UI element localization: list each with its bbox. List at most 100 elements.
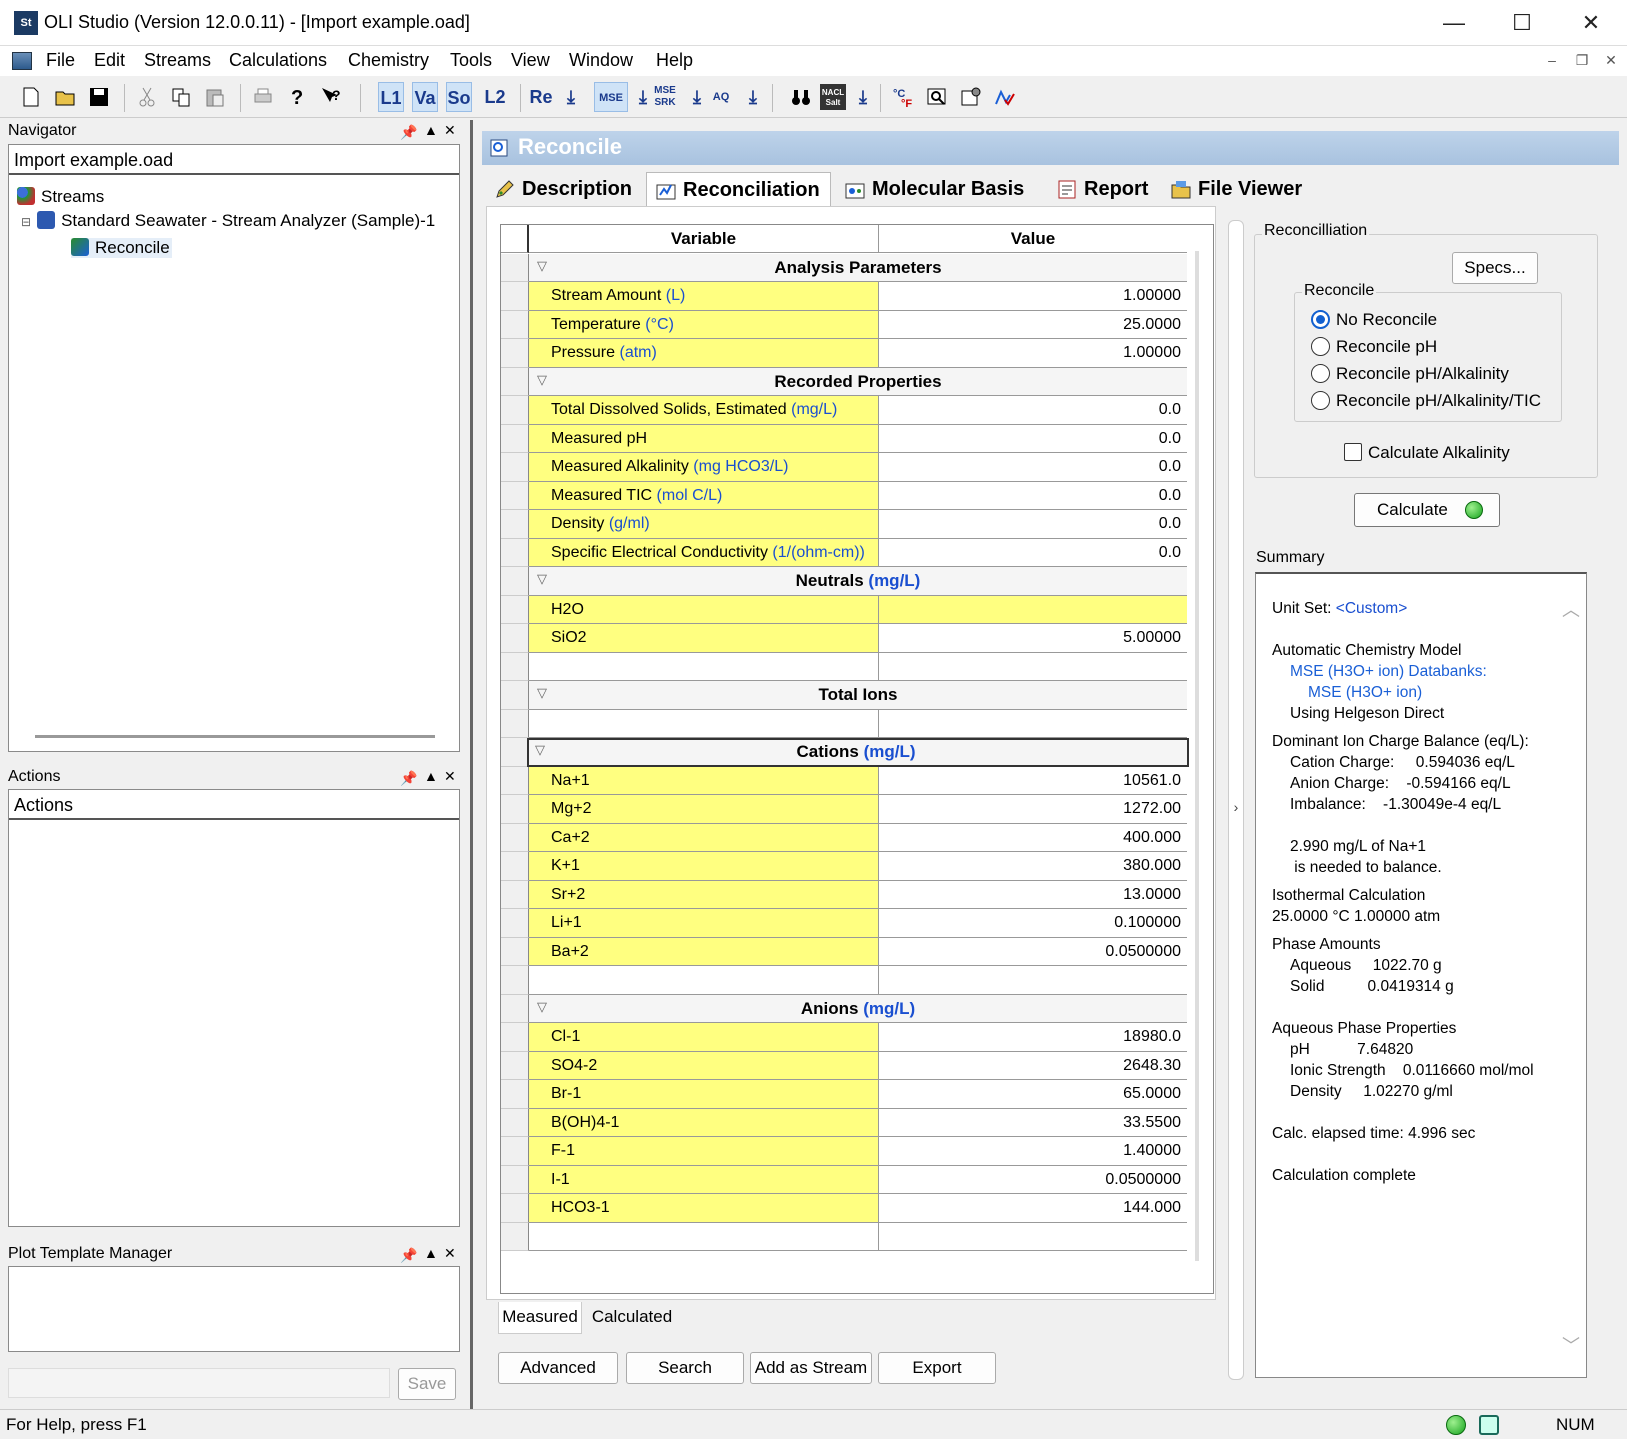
- chart-search-icon[interactable]: [926, 86, 948, 108]
- grid-row-tic[interactable]: Measured TIC (mol C/L) 0.0: [529, 481, 1187, 510]
- value-cell[interactable]: 65.0000: [879, 1080, 1187, 1108]
- copy-icon[interactable]: [170, 86, 192, 108]
- grid-row-mg[interactable]: Mg+2 1272.00: [529, 795, 1187, 824]
- databank-link[interactable]: MSE (H3O+ ion) Databanks:: [1290, 663, 1487, 681]
- grid-row-na[interactable]: Na+1 10561.0: [529, 766, 1187, 795]
- tree-stream-seawater[interactable]: ⊟ Standard Seawater - Stream Analyzer (Sa…: [21, 211, 435, 231]
- section-anions[interactable]: ▽ Anions (mg/L): [529, 994, 1187, 1023]
- value-cell[interactable]: [879, 595, 1187, 623]
- value-cell[interactable]: 0.0: [879, 396, 1187, 424]
- value-cell[interactable]: 400.000: [879, 824, 1187, 852]
- grid-row-i[interactable]: I-1 0.0500000: [529, 1165, 1187, 1194]
- maximize-button[interactable]: ☐: [1488, 0, 1556, 46]
- nacl-salt-button[interactable]: NACL Salt: [820, 84, 846, 110]
- grid-row-stream-amount[interactable]: Stream Amount (L) 1.00000: [529, 282, 1187, 311]
- salt-dropdown-icon[interactable]: ⤓: [850, 82, 876, 112]
- menu-help[interactable]: Help: [656, 50, 693, 71]
- value-cell[interactable]: 0.0: [879, 482, 1187, 510]
- settings-window-icon[interactable]: [960, 86, 982, 108]
- grid-row-f[interactable]: F-1 1.40000: [529, 1137, 1187, 1166]
- pin-icon[interactable]: 📌: [400, 124, 417, 141]
- tab-molecular-basis[interactable]: Molecular Basis: [836, 172, 1034, 206]
- level-va-button[interactable]: Va: [412, 82, 438, 112]
- grid-row-empty[interactable]: [529, 709, 1187, 738]
- grid-row-empty[interactable]: [529, 652, 1187, 681]
- row-header[interactable]: [501, 1165, 529, 1194]
- row-header[interactable]: [501, 481, 529, 510]
- value-cell[interactable]: 380.000: [879, 852, 1187, 880]
- reconcile-ph-radio[interactable]: [1311, 337, 1330, 356]
- row-header[interactable]: [501, 1108, 529, 1137]
- pin-icon[interactable]: 📌: [400, 770, 417, 787]
- value-cell[interactable]: 144.000: [879, 1194, 1187, 1222]
- menu-file[interactable]: File: [46, 50, 75, 71]
- row-header[interactable]: [501, 652, 529, 681]
- panel-close-icon[interactable]: ✕: [444, 768, 456, 785]
- row-header[interactable]: [501, 253, 529, 282]
- column-header-variable[interactable]: Variable: [529, 225, 879, 253]
- level-l2-button[interactable]: L2: [482, 82, 508, 112]
- panel-up-icon[interactable]: ▲: [424, 122, 438, 138]
- calculate-alkalinity-checkbox[interactable]: [1344, 443, 1362, 461]
- value-cell[interactable]: [879, 710, 1187, 738]
- add-as-stream-button[interactable]: Add as Stream: [750, 1352, 872, 1384]
- value-cell[interactable]: 0.0: [879, 453, 1187, 481]
- grid-row-empty[interactable]: [529, 966, 1187, 995]
- grid-row-alkalinity[interactable]: Measured Alkalinity (mg HCO3/L) 0.0: [529, 453, 1187, 482]
- section-neutrals[interactable]: ▽ Neutrals (mg/L): [529, 567, 1187, 596]
- value-cell[interactable]: 0.100000: [879, 909, 1187, 937]
- value-cell[interactable]: [879, 1223, 1187, 1251]
- row-header[interactable]: [501, 1222, 529, 1251]
- value-cell[interactable]: 1.00000: [879, 339, 1187, 367]
- variable-cell[interactable]: [529, 652, 879, 680]
- section-cations[interactable]: ▽ Cations (mg/L): [527, 738, 1189, 767]
- menu-view[interactable]: View: [511, 50, 550, 71]
- tab-reconciliation[interactable]: Reconciliation: [646, 172, 831, 206]
- value-cell[interactable]: 1.40000: [879, 1137, 1187, 1165]
- no-reconcile-label[interactable]: No Reconcile: [1336, 310, 1437, 330]
- row-header[interactable]: [501, 396, 529, 425]
- menu-tools[interactable]: Tools: [450, 50, 492, 71]
- row-header[interactable]: [501, 880, 529, 909]
- minimize-button[interactable]: —: [1420, 0, 1488, 46]
- row-header[interactable]: [501, 424, 529, 453]
- help-icon[interactable]: ?: [286, 86, 308, 108]
- menu-streams[interactable]: Streams: [144, 50, 211, 71]
- re-dropdown-icon[interactable]: ⤓: [558, 82, 584, 112]
- variable-cell[interactable]: [529, 966, 879, 994]
- grid-row-density[interactable]: Density (g/ml) 0.0: [529, 510, 1187, 539]
- unit-set-link[interactable]: <Custom>: [1336, 600, 1408, 617]
- variable-cell[interactable]: [529, 709, 879, 737]
- row-header[interactable]: [501, 852, 529, 881]
- menu-edit[interactable]: Edit: [94, 50, 125, 71]
- print-icon[interactable]: [252, 86, 274, 108]
- row-header[interactable]: [501, 367, 529, 396]
- panel-close-icon[interactable]: ✕: [444, 1245, 456, 1262]
- grid-row-ca[interactable]: Ca+2 400.000: [529, 823, 1187, 852]
- databank-link-2[interactable]: MSE (H3O+ ion): [1308, 684, 1422, 702]
- row-header[interactable]: [501, 681, 529, 710]
- save-template-button[interactable]: Save: [398, 1368, 456, 1400]
- tab-measured[interactable]: Measured: [498, 1302, 582, 1334]
- level-so-button[interactable]: So: [446, 82, 472, 112]
- calculate-alkalinity-label[interactable]: Calculate Alkalinity: [1368, 443, 1510, 463]
- plot-template-name-field[interactable]: [8, 1368, 390, 1398]
- value-cell[interactable]: 18980.0: [879, 1023, 1187, 1051]
- open-folder-icon[interactable]: [54, 86, 76, 108]
- row-header[interactable]: [501, 1137, 529, 1166]
- grid-row-measured-ph[interactable]: Measured pH 0.0: [529, 424, 1187, 453]
- new-file-icon[interactable]: [20, 86, 42, 108]
- value-cell[interactable]: 13.0000: [879, 881, 1187, 909]
- mdi-close-icon[interactable]: ✕: [1601, 50, 1621, 70]
- reconcile-ph-alkalinity-tic-label[interactable]: Reconcile pH/Alkalinity/TIC: [1336, 391, 1541, 411]
- column-header-value[interactable]: Value: [879, 225, 1187, 253]
- re-button[interactable]: Re: [528, 82, 554, 112]
- tree-streams[interactable]: Streams: [17, 187, 104, 207]
- row-header[interactable]: [501, 709, 529, 738]
- collapse-panel-toggle[interactable]: ›: [1228, 220, 1244, 1380]
- row-header[interactable]: [501, 1080, 529, 1109]
- grid-row-ba[interactable]: Ba+2 0.0500000: [529, 937, 1187, 966]
- row-header[interactable]: [501, 339, 529, 368]
- section-total-ions[interactable]: ▽ Total Ions: [529, 681, 1187, 710]
- reconcile-ph-alkalinity-label[interactable]: Reconcile pH/Alkalinity: [1336, 364, 1509, 384]
